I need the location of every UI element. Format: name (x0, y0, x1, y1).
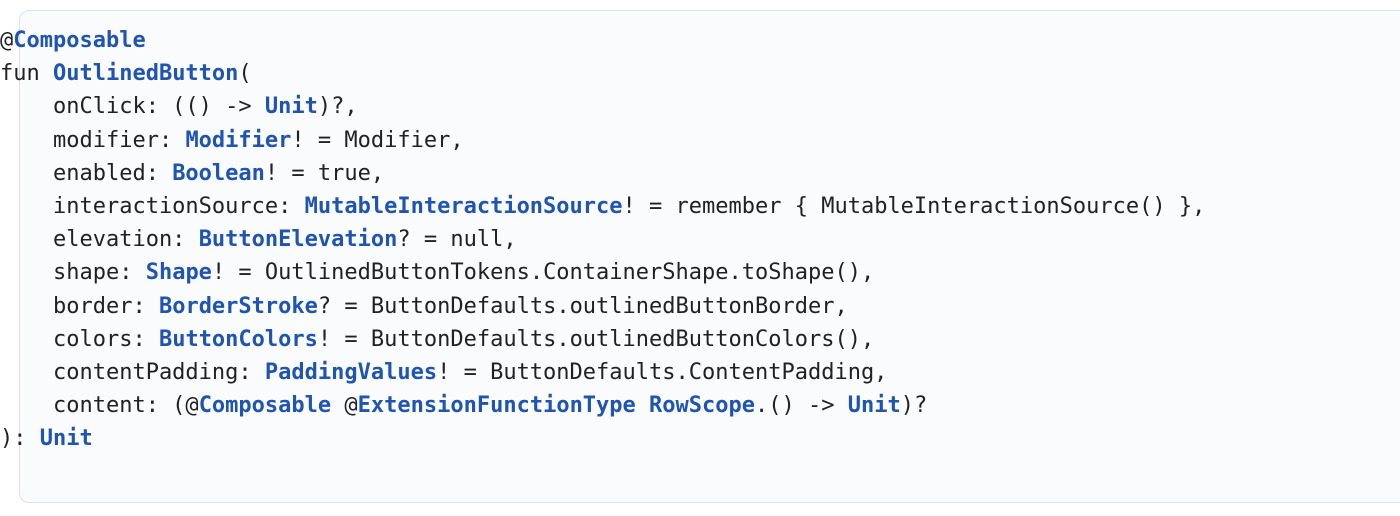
code-line: elevation: ButtonElevation? = null, (0, 223, 1205, 256)
code-text-token: ): (0, 426, 40, 452)
code-text-token: border: (0, 293, 159, 319)
code-text-token: elevation: (0, 227, 199, 253)
code-text-token: ( (238, 61, 252, 87)
code-text-token: ! = ButtonDefaults.ContentPadding, (437, 359, 888, 385)
code-text-token: modifier: (0, 127, 186, 153)
code-text-token: ? = ButtonDefaults.outlinedButtonBorder, (317, 293, 848, 319)
code-keyword-token: Unit (264, 94, 318, 120)
code-line: ): Unit (0, 422, 1205, 455)
code-text-token: onClick: (() -> (0, 94, 265, 120)
code-line: border: BorderStroke? = ButtonDefaults.o… (0, 290, 1205, 323)
code-text-token: colors: (0, 326, 159, 352)
code-line: @Composable (0, 24, 1205, 57)
code-keyword-token: Composable (198, 393, 332, 419)
code-text-token: .() -> (755, 393, 848, 419)
code-text-token: @ (0, 28, 14, 53)
code-keyword-token: OutlinedButton (52, 61, 239, 87)
code-text-token: content: (@ (0, 393, 199, 419)
code-keyword-token: Unit (847, 393, 901, 419)
code-text-token: ? = null, (397, 227, 517, 253)
code-line: colors: ButtonColors! = ButtonDefaults.o… (0, 323, 1205, 356)
code-text-token: contentPadding: (0, 359, 265, 385)
code-keyword-token: ExtensionFunctionType (357, 393, 636, 419)
code-keyword-token: Boolean (172, 160, 265, 186)
code-line: enabled: Boolean! = true, (0, 157, 1205, 190)
code-keyword-token: PaddingValues (264, 359, 438, 385)
code-keyword-token: Unit (39, 426, 93, 452)
code-text-token: shape: (0, 260, 146, 286)
code-line: content: (@Composable @ExtensionFunction… (0, 389, 1205, 422)
code-keyword-token: ButtonElevation (198, 227, 398, 253)
code-text-token: fun (0, 61, 53, 87)
code-keyword-token: BorderStroke (158, 293, 318, 319)
code-text-token: enabled: (0, 160, 173, 186)
code-text-token: @ (331, 393, 358, 419)
code-text-token: )?, (317, 94, 358, 120)
code-text-token: interactionSource: (0, 193, 305, 219)
code-text-token: ! = Modifier, (291, 127, 464, 153)
code-line: onClick: (() -> Unit)?, (0, 90, 1205, 123)
code-text-token: )? (900, 393, 928, 419)
code-keyword-token: Composable (13, 28, 146, 53)
code-keyword-token: MutableInteractionSource (304, 193, 623, 219)
code-keyword-token: RowScope (649, 393, 756, 419)
code-text-token: ! = OutlinedButtonTokens.ContainerShape.… (211, 260, 875, 286)
code-listing: @Composable fun OutlinedButton( onClick: … (0, 24, 1205, 455)
code-line: interactionSource: MutableInteractionSou… (0, 190, 1205, 223)
code-line: contentPadding: PaddingValues! = ButtonD… (0, 356, 1205, 389)
code-text-token: ! = true, (264, 160, 385, 186)
code-text-token: ! = ButtonDefaults.outlinedButtonColors(… (317, 326, 875, 352)
code-text-token: ! = remember { MutableInteractionSource(… (622, 193, 1206, 219)
code-line: shape: Shape! = OutlinedButtonTokens.Con… (0, 256, 1205, 289)
code-line: modifier: Modifier! = Modifier, (0, 124, 1205, 157)
code-keyword-token: Shape (145, 260, 212, 286)
code-keyword-token: Modifier (185, 127, 292, 153)
code-line: fun OutlinedButton( (0, 57, 1205, 90)
code-keyword-token: ButtonColors (158, 326, 318, 352)
